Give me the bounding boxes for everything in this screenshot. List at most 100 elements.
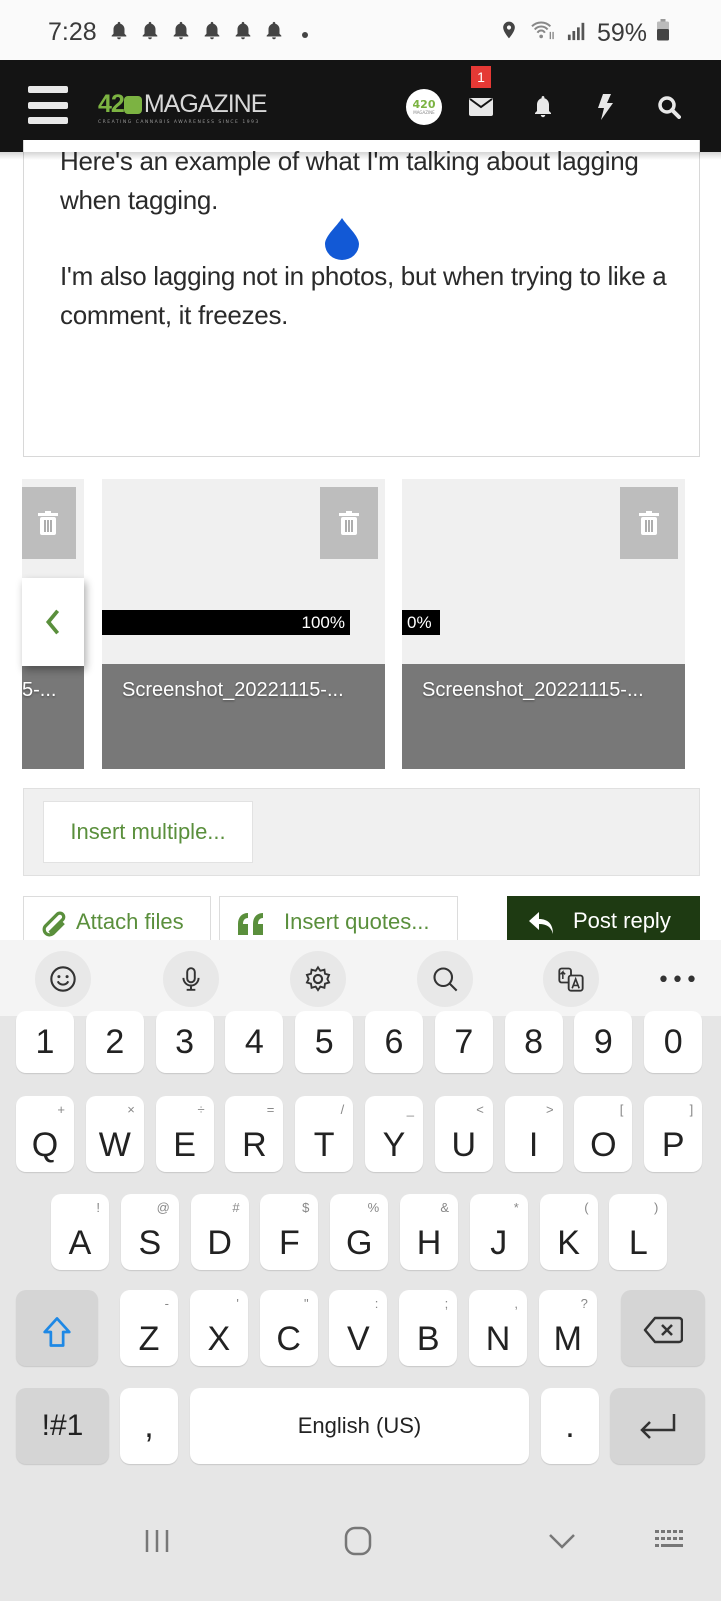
- editor-paragraph: I'm also lagging not in photos, but when…: [60, 261, 667, 330]
- key-label: M: [553, 1320, 582, 1358]
- key-4[interactable]: 4: [225, 1011, 284, 1073]
- insert-bar: Insert multiple...: [23, 788, 700, 876]
- key-label: O: [590, 1126, 617, 1164]
- key-j[interactable]: * J: [469, 1194, 528, 1270]
- key-label: J: [490, 1224, 508, 1262]
- shift-key[interactable]: [16, 1290, 98, 1366]
- attachment-filename: Screenshot_20221115-...: [402, 664, 685, 769]
- key-5[interactable]: 5: [295, 1011, 354, 1073]
- menu-icon[interactable]: [28, 86, 68, 124]
- key-label: P: [661, 1126, 685, 1164]
- key-r[interactable]: = R: [225, 1096, 284, 1172]
- period-key[interactable]: .: [541, 1388, 599, 1464]
- user-avatar[interactable]: 420 MAGAZINE: [406, 89, 442, 125]
- space-key[interactable]: English (US): [190, 1388, 529, 1464]
- key-b[interactable]: ; B: [399, 1290, 458, 1366]
- key-l[interactable]: ) L: [609, 1194, 668, 1270]
- search-icon: [433, 967, 458, 992]
- key-o[interactable]: [O: [574, 1096, 633, 1172]
- key-3[interactable]: 3: [155, 1011, 214, 1073]
- enter-icon: [639, 1414, 675, 1439]
- attachment-thumbnail[interactable]: 100% Screenshot_20221115-...: [102, 479, 385, 769]
- attach-files-button[interactable]: Attach files: [23, 896, 211, 942]
- key-n[interactable]: ,N: [469, 1290, 527, 1366]
- key-label: D: [207, 1224, 232, 1262]
- key-w[interactable]: × W: [85, 1096, 144, 1172]
- key-x[interactable]: ' X: [189, 1290, 248, 1366]
- site-logo[interactable]: 42 MAGAZINE CREATING CANNABIS AWARENESS …: [98, 90, 273, 130]
- keyboard-toolbar: •••: [0, 940, 721, 1016]
- keyboard-settings-button[interactable]: [290, 951, 346, 1007]
- key-8[interactable]: 8: [504, 1011, 563, 1073]
- key-secondary-symbol: ?: [580, 1296, 588, 1311]
- key-6[interactable]: 6: [365, 1011, 423, 1073]
- translate-icon: [558, 967, 584, 992]
- key-1[interactable]: 1: [16, 1011, 74, 1073]
- insert-quotes-button[interactable]: Insert quotes...: [219, 896, 458, 942]
- keyboard-switch-icon[interactable]: [654, 1528, 688, 1554]
- logo-tagline: CREATING CANNABIS AWARENESS SINCE 1993: [98, 120, 260, 125]
- search-icon[interactable]: [654, 92, 684, 122]
- key-label: R: [242, 1126, 267, 1164]
- enter-key[interactable]: [610, 1388, 705, 1464]
- settings-icon: [305, 965, 331, 992]
- delete-attachment-button[interactable]: [620, 487, 678, 559]
- key-k[interactable]: (K: [539, 1194, 598, 1270]
- delete-attachment-button[interactable]: [320, 487, 378, 559]
- backspace-key[interactable]: [621, 1290, 705, 1366]
- key-m[interactable]: ? M: [538, 1290, 597, 1366]
- alerts-bell-icon[interactable]: [528, 92, 558, 122]
- key-q[interactable]: + Q: [16, 1096, 74, 1172]
- symbols-key[interactable]: !#1: [16, 1388, 109, 1464]
- key-h[interactable]: & H: [400, 1194, 458, 1270]
- key-a[interactable]: ! A: [51, 1194, 109, 1270]
- key-label: T: [313, 1126, 335, 1164]
- home-icon[interactable]: [343, 1526, 373, 1556]
- key-z[interactable]: -Z: [120, 1290, 178, 1366]
- key-label: F: [279, 1224, 300, 1262]
- reply-arrow-icon: [529, 912, 553, 934]
- hide-keyboard-chevron-icon[interactable]: [548, 1532, 576, 1552]
- post-reply-button[interactable]: Post reply: [507, 896, 700, 942]
- voice-input-button[interactable]: [163, 951, 219, 1007]
- key-p[interactable]: ] P: [644, 1096, 703, 1172]
- emoji-button[interactable]: [35, 951, 91, 1007]
- key-c[interactable]: " C: [259, 1290, 318, 1366]
- key-label: Z: [138, 1320, 160, 1358]
- key-2[interactable]: 2: [85, 1011, 144, 1073]
- comma-key[interactable]: ,: [120, 1388, 178, 1464]
- messages-icon[interactable]: [466, 92, 496, 122]
- battery-icon: [657, 19, 669, 48]
- delete-attachment-button[interactable]: [22, 487, 76, 559]
- key-u[interactable]: < U: [434, 1096, 493, 1172]
- key-f[interactable]: $ F: [260, 1194, 319, 1270]
- keyboard-search-button[interactable]: [417, 951, 473, 1007]
- key-s[interactable]: @ S: [120, 1194, 179, 1270]
- key-secondary-symbol: %: [367, 1200, 380, 1215]
- key-d[interactable]: # D: [190, 1194, 249, 1270]
- key-t[interactable]: / T: [295, 1096, 354, 1172]
- key-i[interactable]: > I: [504, 1096, 563, 1172]
- translate-button[interactable]: [543, 951, 599, 1007]
- key-v[interactable]: :V: [329, 1290, 388, 1366]
- key-y[interactable]: _ Y: [365, 1096, 423, 1172]
- more-icon[interactable]: •••: [657, 965, 698, 995]
- key-label: E: [173, 1126, 196, 1164]
- emoji-icon: [50, 966, 76, 992]
- bell-icon: [108, 20, 130, 42]
- key-label: B: [416, 1320, 440, 1358]
- attachment-thumbnail[interactable]: 0% Screenshot_20221115-...: [402, 479, 685, 769]
- shift-arrow-icon: [43, 1317, 71, 1347]
- text-cursor-handle-icon[interactable]: [325, 218, 359, 260]
- key-secondary-symbol: (: [584, 1200, 589, 1215]
- key-9[interactable]: 9: [574, 1011, 633, 1073]
- key-g[interactable]: % G: [330, 1194, 389, 1270]
- insert-multiple-button[interactable]: Insert multiple...: [43, 801, 253, 863]
- key-0[interactable]: 0: [644, 1011, 703, 1073]
- reply-editor[interactable]: Here's an example of what I'm talking ab…: [23, 140, 700, 457]
- key-7[interactable]: 7: [434, 1011, 493, 1073]
- recent-apps-icon[interactable]: [143, 1527, 171, 1555]
- scroll-left-button[interactable]: [22, 578, 84, 666]
- key-e[interactable]: ÷ E: [155, 1096, 214, 1172]
- whats-new-bolt-icon[interactable]: [590, 92, 620, 122]
